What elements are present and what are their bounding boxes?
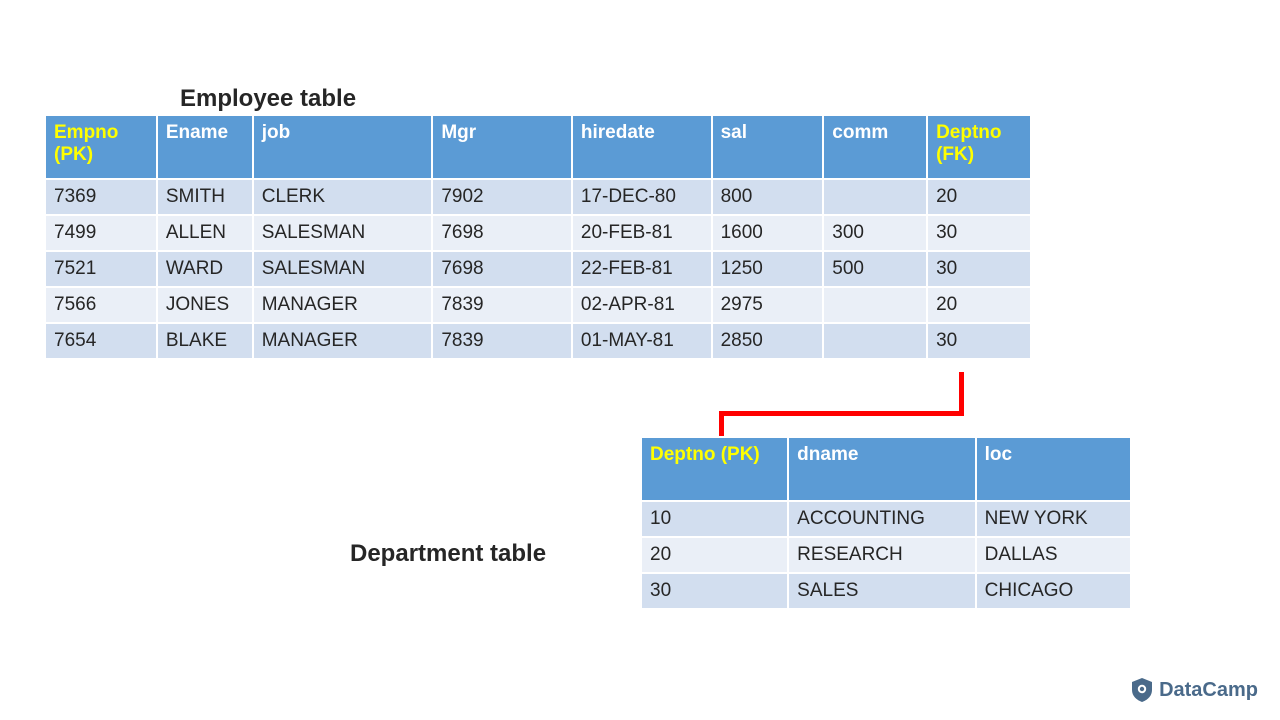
employee-table-title: Employee table (180, 85, 356, 113)
cell: 7499 (45, 215, 157, 251)
shield-icon (1131, 678, 1153, 702)
cell: 2975 (712, 287, 824, 323)
cell: 7369 (45, 179, 157, 215)
cell: MANAGER (253, 323, 433, 359)
cell: RESEARCH (788, 537, 975, 573)
cell: 20 (927, 179, 1031, 215)
cell (823, 287, 927, 323)
cell: SALES (788, 573, 975, 609)
cell: MANAGER (253, 287, 433, 323)
cell: DALLAS (976, 537, 1131, 573)
employee-header-mgr: Mgr (432, 115, 572, 179)
cell: 300 (823, 215, 927, 251)
employee-header-deptno: Deptno (FK) (927, 115, 1031, 179)
cell: 7698 (432, 251, 572, 287)
cell: 7521 (45, 251, 157, 287)
cell: 20 (927, 287, 1031, 323)
fk-connector-line (959, 372, 964, 416)
employee-table: Empno (PK) Ename job Mgr hiredate sal co… (44, 114, 1032, 360)
cell: 7839 (432, 287, 572, 323)
department-header-deptno: Deptno (PK) (641, 437, 788, 501)
cell: BLAKE (157, 323, 253, 359)
fk-connector-line (719, 411, 724, 437)
cell (823, 179, 927, 215)
cell: NEW YORK (976, 501, 1131, 537)
table-row: 20 RESEARCH DALLAS (641, 537, 1131, 573)
table-row: 7566 JONES MANAGER 7839 02-APR-81 2975 2… (45, 287, 1031, 323)
cell: 7902 (432, 179, 572, 215)
cell: 7566 (45, 287, 157, 323)
table-row: 30 SALES CHICAGO (641, 573, 1131, 609)
table-row: 7654 BLAKE MANAGER 7839 01-MAY-81 2850 3… (45, 323, 1031, 359)
employee-header-comm: comm (823, 115, 927, 179)
cell: 500 (823, 251, 927, 287)
cell: 30 (641, 573, 788, 609)
cell: 1600 (712, 215, 824, 251)
datacamp-logo: DataCamp (1131, 678, 1258, 702)
fk-connector-line (719, 411, 964, 416)
department-table-header-row: Deptno (PK) dname loc (641, 437, 1131, 501)
employee-header-empno: Empno (PK) (45, 115, 157, 179)
cell: CLERK (253, 179, 433, 215)
table-row: 10 ACCOUNTING NEW YORK (641, 501, 1131, 537)
cell: 01-MAY-81 (572, 323, 712, 359)
cell: 17-DEC-80 (572, 179, 712, 215)
cell: 22-FEB-81 (572, 251, 712, 287)
employee-header-ename: Ename (157, 115, 253, 179)
table-row: 7369 SMITH CLERK 7902 17-DEC-80 800 20 (45, 179, 1031, 215)
department-table: Deptno (PK) dname loc 10 ACCOUNTING NEW … (640, 436, 1132, 610)
cell: 800 (712, 179, 824, 215)
cell: 30 (927, 251, 1031, 287)
cell: SALESMAN (253, 251, 433, 287)
cell: ALLEN (157, 215, 253, 251)
employee-header-sal: sal (712, 115, 824, 179)
table-row: 7521 WARD SALESMAN 7698 22-FEB-81 1250 5… (45, 251, 1031, 287)
cell: ACCOUNTING (788, 501, 975, 537)
cell (823, 323, 927, 359)
cell: 20 (641, 537, 788, 573)
datacamp-logo-text: DataCamp (1159, 679, 1258, 702)
cell: 30 (927, 215, 1031, 251)
cell: 7698 (432, 215, 572, 251)
department-header-dname: dname (788, 437, 975, 501)
cell: 1250 (712, 251, 824, 287)
cell: SMITH (157, 179, 253, 215)
cell: 2850 (712, 323, 824, 359)
cell: 30 (927, 323, 1031, 359)
table-row: 7499 ALLEN SALESMAN 7698 20-FEB-81 1600 … (45, 215, 1031, 251)
cell: SALESMAN (253, 215, 433, 251)
employee-table-header-row: Empno (PK) Ename job Mgr hiredate sal co… (45, 115, 1031, 179)
cell: JONES (157, 287, 253, 323)
cell: 02-APR-81 (572, 287, 712, 323)
cell: 7839 (432, 323, 572, 359)
department-header-loc: loc (976, 437, 1131, 501)
cell: WARD (157, 251, 253, 287)
employee-header-job: job (253, 115, 433, 179)
department-table-title: Department table (350, 540, 546, 568)
employee-header-hiredate: hiredate (572, 115, 712, 179)
cell: 20-FEB-81 (572, 215, 712, 251)
cell: 7654 (45, 323, 157, 359)
cell: 10 (641, 501, 788, 537)
cell: CHICAGO (976, 573, 1131, 609)
